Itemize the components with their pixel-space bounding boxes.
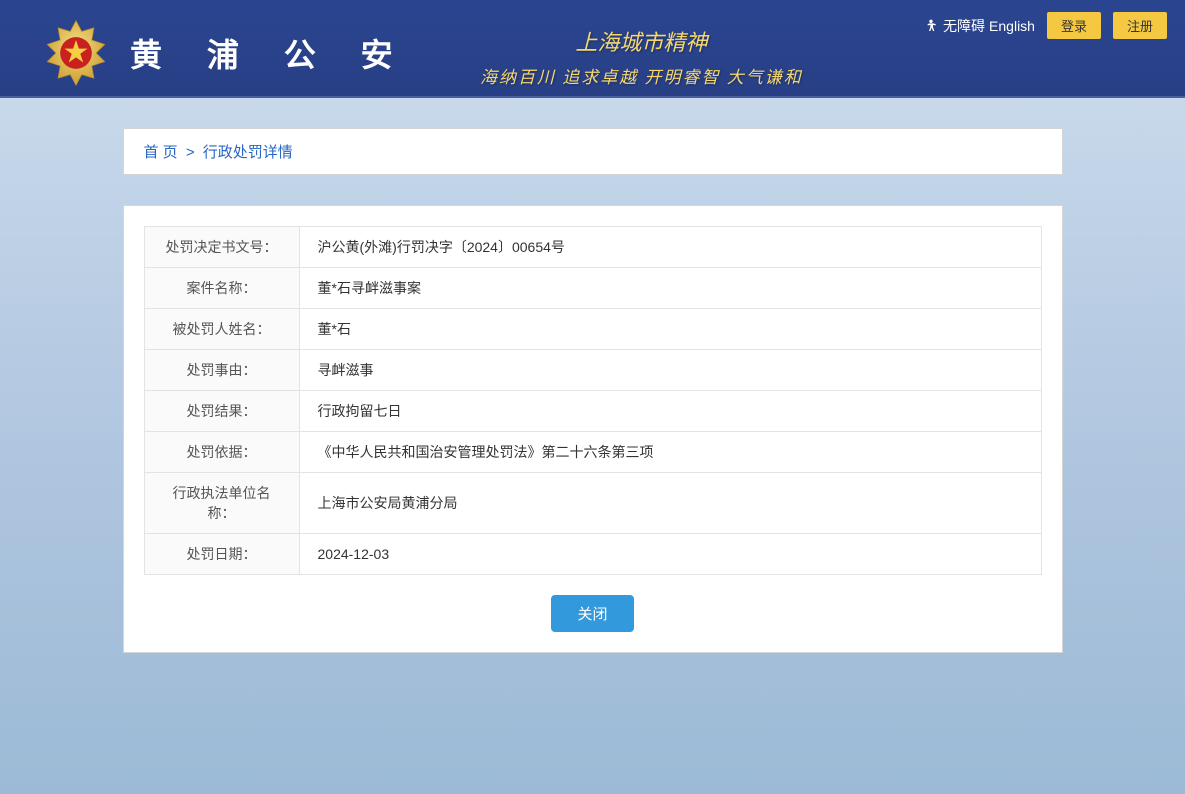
row-label: 案件名称：: [144, 268, 299, 309]
row-label: 处罚决定书文号：: [144, 227, 299, 268]
table-row: 处罚日期： 2024-12-03: [144, 534, 1041, 575]
site-title: 黄 浦 公 安: [130, 30, 411, 76]
breadcrumb-current: 行政处罚详情: [203, 144, 293, 161]
row-value: 沪公黄(外滩)行罚决字〔2024〕00654号: [299, 227, 1041, 268]
row-value: 寻衅滋事: [299, 350, 1041, 391]
login-button[interactable]: 登录: [1047, 12, 1101, 39]
row-value: 董*石: [299, 309, 1041, 350]
breadcrumb-separator: >: [186, 144, 195, 161]
row-label: 处罚事由：: [144, 350, 299, 391]
table-row: 处罚依据： 《中华人民共和国治安管理处罚法》第二十六条第三项: [144, 432, 1041, 473]
breadcrumb-home-link[interactable]: 首 页: [144, 144, 178, 161]
row-value: 2024-12-03: [299, 534, 1041, 575]
row-value: 《中华人民共和国治安管理处罚法》第二十六条第三项: [299, 432, 1041, 473]
slogan-line1: 上海城市精神: [480, 25, 803, 57]
accessibility-label: 无障碍: [943, 16, 985, 36]
row-value: 上海市公安局黄浦分局: [299, 473, 1041, 534]
register-button[interactable]: 注册: [1113, 12, 1167, 39]
accessibility-link[interactable]: 无障碍 English: [923, 16, 1035, 36]
table-row: 案件名称： 董*石寻衅滋事案: [144, 268, 1041, 309]
close-button[interactable]: 关闭: [551, 595, 633, 632]
row-value: 董*石寻衅滋事案: [299, 268, 1041, 309]
breadcrumb: 首 页 > 行政处罚详情: [123, 128, 1063, 175]
table-row: 处罚决定书文号： 沪公黄(外滩)行罚决字〔2024〕00654号: [144, 227, 1041, 268]
slogan-line2: 海纳百川 追求卓越 开明睿智 大气谦和: [480, 63, 803, 88]
row-label: 处罚结果：: [144, 391, 299, 432]
accessibility-icon: [923, 18, 939, 34]
table-row: 行政执法单位名称： 上海市公安局黄浦分局: [144, 473, 1041, 534]
top-links: 无障碍 English 登录 注册: [923, 12, 1167, 39]
table-row: 被处罚人姓名： 董*石: [144, 309, 1041, 350]
site-header: 无障碍 English 登录 注册: [0, 0, 1185, 98]
table-row: 处罚结果： 行政拘留七日: [144, 391, 1041, 432]
row-value: 行政拘留七日: [299, 391, 1041, 432]
detail-card: 处罚决定书文号： 沪公黄(外滩)行罚决字〔2024〕00654号 案件名称： 董…: [123, 205, 1063, 653]
english-label: English: [989, 18, 1035, 34]
slogan-section: 上海城市精神 海纳百川 追求卓越 开明睿智 大气谦和: [480, 25, 803, 88]
row-label: 被处罚人姓名：: [144, 309, 299, 350]
row-label: 处罚依据：: [144, 432, 299, 473]
row-label: 行政执法单位名称：: [144, 473, 299, 534]
police-badge-icon: [40, 17, 112, 89]
detail-table: 处罚决定书文号： 沪公黄(外滩)行罚决字〔2024〕00654号 案件名称： 董…: [144, 226, 1042, 575]
row-label: 处罚日期：: [144, 534, 299, 575]
table-row: 处罚事由： 寻衅滋事: [144, 350, 1041, 391]
